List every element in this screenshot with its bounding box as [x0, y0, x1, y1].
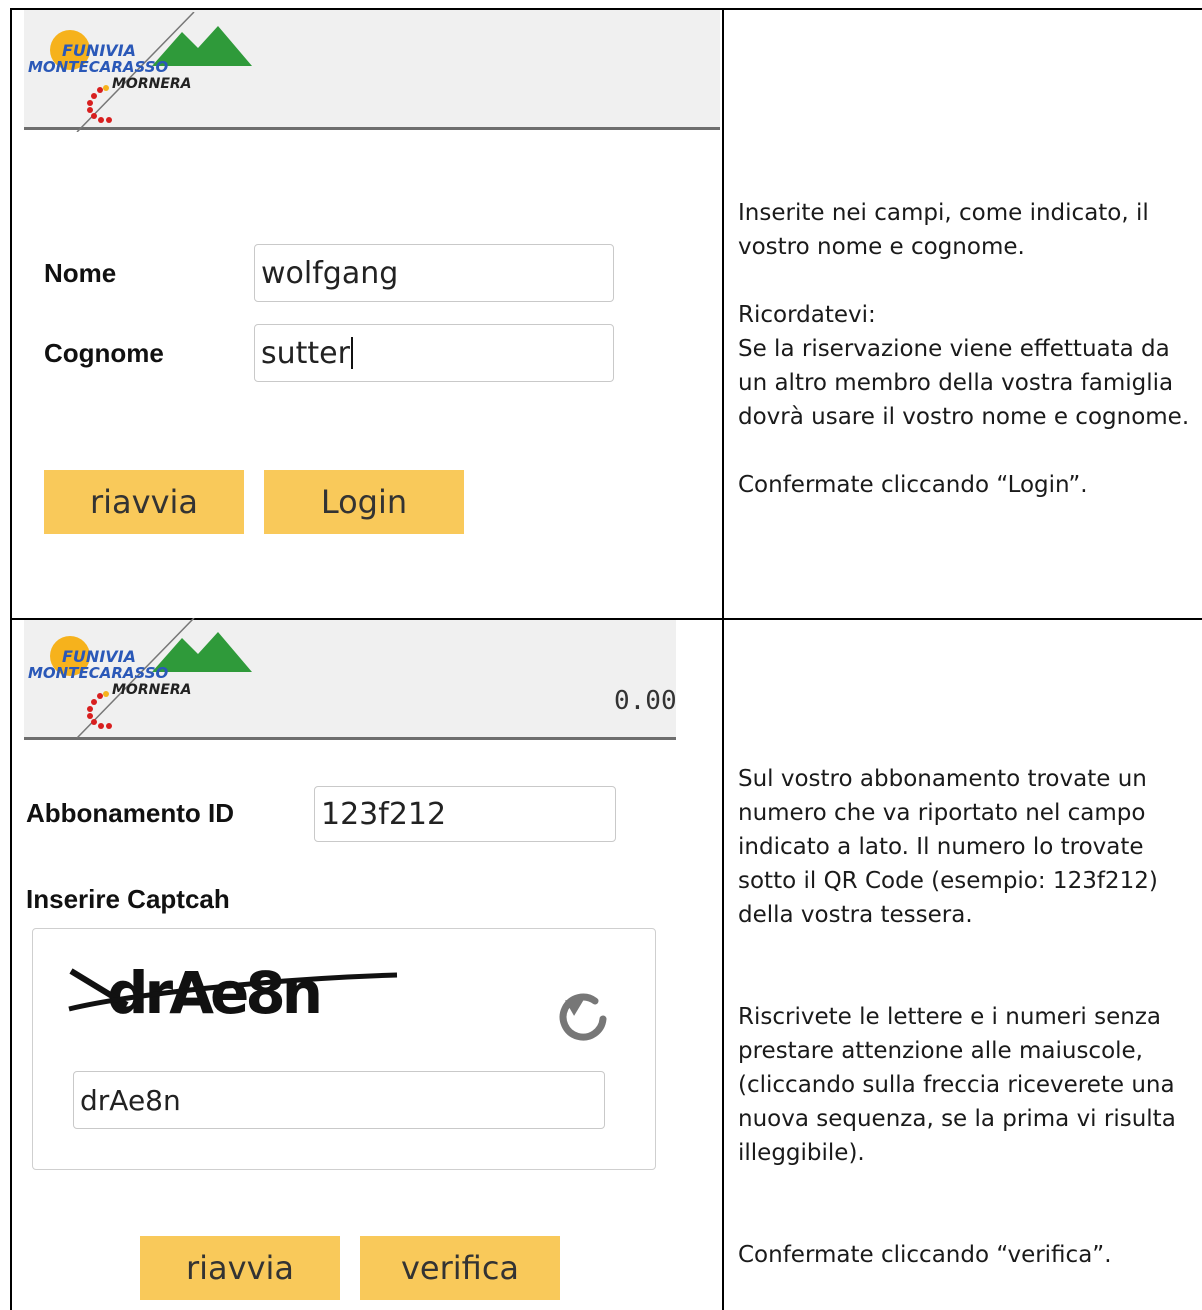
abbonamento-input-value: 123f212: [321, 796, 447, 832]
instruction-text: Sul vostro abbonamento trovate un numero…: [738, 766, 1158, 928]
riavvia-button[interactable]: riavvia: [44, 470, 244, 534]
captcha-input-value: drAe8n: [80, 1083, 181, 1117]
verifica-button[interactable]: verifica: [360, 1236, 560, 1300]
logo-graphic: FUNIVIA MONTECARASSO MORNERA: [28, 618, 252, 738]
riavvia-button[interactable]: riavvia: [140, 1236, 340, 1300]
instruction-text: Inserite nei campi, come indicato, il vo…: [738, 200, 1149, 260]
login-button[interactable]: Login: [264, 470, 464, 534]
captcha-image: drAe8n: [68, 959, 398, 1027]
captcha-input[interactable]: drAe8n: [73, 1071, 605, 1129]
instructions-verify: Sul vostro abbonamento trovate un numero…: [738, 762, 1202, 1272]
instruction-text: Se la riservazione viene effettuata da u…: [738, 336, 1190, 430]
funivia-logo: FUNIVIA MONTECARASSO MORNERA: [22, 12, 262, 132]
abbonamento-label: Abbonamento ID: [26, 798, 234, 828]
nome-label: Nome: [44, 258, 117, 288]
instruction-text: Confermate cliccando “Login”.: [738, 472, 1088, 498]
funivia-logo: FUNIVIA MONTECARASSO MORNERA: [22, 618, 262, 738]
abbonamento-input[interactable]: 123f212: [314, 786, 616, 842]
logo-text-2: MONTECARASSO: [28, 664, 169, 682]
instruction-text: Riscrivete le lettere e i numeri senza p…: [738, 1004, 1176, 1166]
nome-input-value: wolfgang: [261, 255, 399, 291]
captcha-image-text: drAe8n: [107, 959, 319, 1027]
logo-text-3: MORNERA: [112, 76, 192, 92]
instruction-text: Ricordatevi:: [738, 302, 876, 328]
balance-value: 0.00: [614, 686, 677, 716]
logo-graphic: FUNIVIA MONTECARASSO MORNERA: [28, 12, 252, 132]
cognome-label: Cognome: [44, 338, 164, 368]
refresh-icon[interactable]: [551, 983, 615, 1047]
cognome-input[interactable]: sutter: [254, 324, 614, 382]
instruction-text: Confermate cliccando “verifica”.: [738, 1242, 1112, 1268]
logo-text-3: MORNERA: [112, 682, 192, 698]
table-column-divider: [722, 8, 724, 1310]
logo-text-2: MONTECARASSO: [28, 58, 169, 76]
captcha-panel: drAe8n drAe8n: [32, 928, 656, 1170]
captcha-label: Inserire Captcah: [26, 884, 230, 914]
text-caret: [350, 337, 353, 369]
instructions-login: Inserite nei campi, come indicato, il vo…: [738, 196, 1202, 502]
nome-input[interactable]: wolfgang: [254, 244, 614, 302]
cognome-input-value: sutter: [261, 335, 350, 371]
table-border-left: [10, 8, 12, 1310]
